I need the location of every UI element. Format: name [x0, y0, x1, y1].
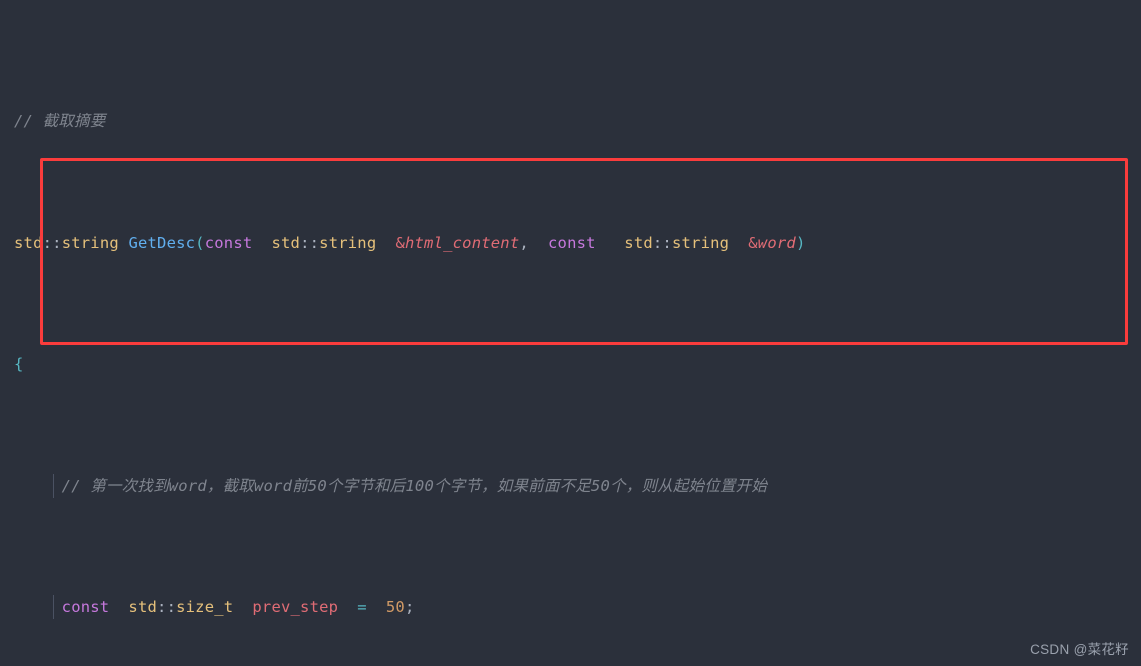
watermark-label: CSDN @菜花籽	[1030, 642, 1129, 657]
token-parameter: html_content	[404, 233, 520, 252]
token-type: size_t	[176, 598, 234, 617]
token-keyword: const	[548, 233, 596, 252]
token-operator: &	[395, 233, 405, 252]
token-scope: ::	[42, 233, 62, 252]
token-type: std	[128, 598, 158, 617]
comment-text: // 截取摘要	[14, 112, 106, 131]
token-type: std	[14, 233, 43, 252]
token-paren: )	[795, 233, 806, 252]
token-punctuation: ;	[404, 598, 415, 617]
code-line: {	[0, 352, 1141, 376]
token-number: 50	[385, 598, 405, 617]
token-scope: ::	[157, 598, 177, 617]
token-scope: ::	[652, 233, 672, 252]
token-punctuation: ,	[519, 233, 529, 252]
token-type: std	[271, 233, 301, 252]
token-variable: prev_step	[252, 598, 339, 617]
indent-guide	[53, 595, 54, 620]
code-editor[interactable]: // 截取摘要 std::string GetDesc(const std::s…	[0, 0, 1141, 666]
token-type: std	[624, 233, 653, 252]
token-type: string	[671, 233, 730, 252]
token-paren: (	[195, 233, 205, 252]
token-operator: =	[357, 598, 367, 617]
code-line: // 截取摘要	[0, 109, 1141, 133]
code-line: std::string GetDesc(const std::string &h…	[0, 231, 1141, 255]
token-operator: &	[748, 233, 758, 252]
token-brace: {	[14, 355, 24, 374]
code-content[interactable]: // 截取摘要 std::string GetDesc(const std::s…	[0, 12, 1141, 666]
token-keyword: const	[61, 598, 110, 617]
token-keyword: const	[204, 233, 253, 252]
token-type: string	[319, 233, 377, 252]
indent-guide	[53, 473, 54, 498]
token-scope: ::	[300, 233, 320, 252]
token-function-name: GetDesc	[128, 233, 196, 252]
comment-text: // 第一次找到word，截取word前50个字节和后100个字节，如果前面不足…	[61, 476, 768, 495]
code-line: const std::size_t prev_step = 50;	[0, 595, 1141, 620]
token-type: string	[61, 233, 119, 252]
code-line: // 第一次找到word，截取word前50个字节和后100个字节，如果前面不足…	[0, 473, 1141, 498]
token-parameter: word	[757, 233, 796, 252]
